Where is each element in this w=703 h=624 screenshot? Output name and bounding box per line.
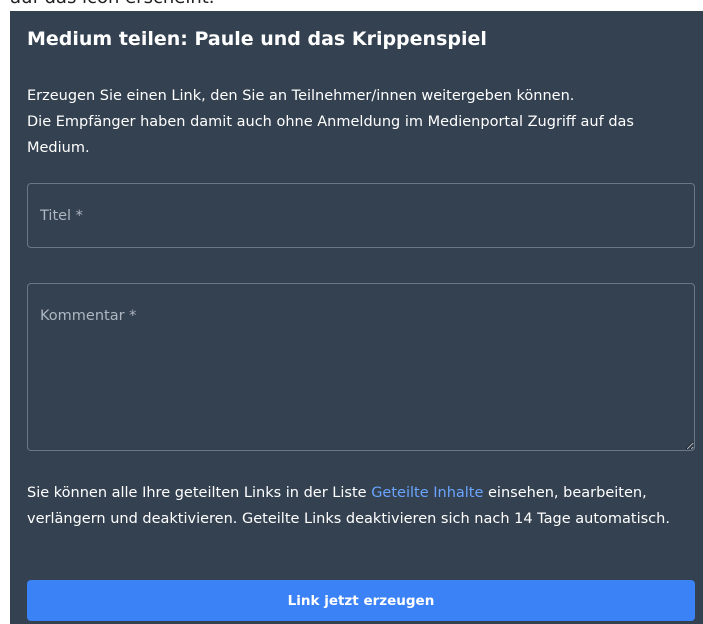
intro-line-2: Die Empfänger haben damit auch ohne Anme… [27,114,634,156]
shared-content-link[interactable]: Geteilte Inhalte [371,485,483,501]
title-input[interactable] [27,183,695,248]
background-partial-text: auf das icon erscheint. [10,0,215,8]
info-text-before: Sie können alle Ihre geteilten Links in … [27,485,372,501]
dialog-intro: Erzeugen Sie einen Link, den Sie an Teil… [27,83,687,161]
comment-textarea[interactable] [27,283,695,451]
page: auf das icon erscheint. ✕ Medium teilen:… [0,0,703,624]
share-medium-dialog: ✕ Medium teilen: Paule und das Krippensp… [10,11,703,624]
intro-line-1: Erzeugen Sie einen Link, den Sie an Teil… [27,88,575,104]
create-link-button[interactable]: Link jetzt erzeugen [27,580,695,621]
dialog-title: Medium teilen: Paule und das Krippenspie… [27,28,487,50]
shared-links-info: Sie können alle Ihre geteilten Links in … [27,480,703,532]
